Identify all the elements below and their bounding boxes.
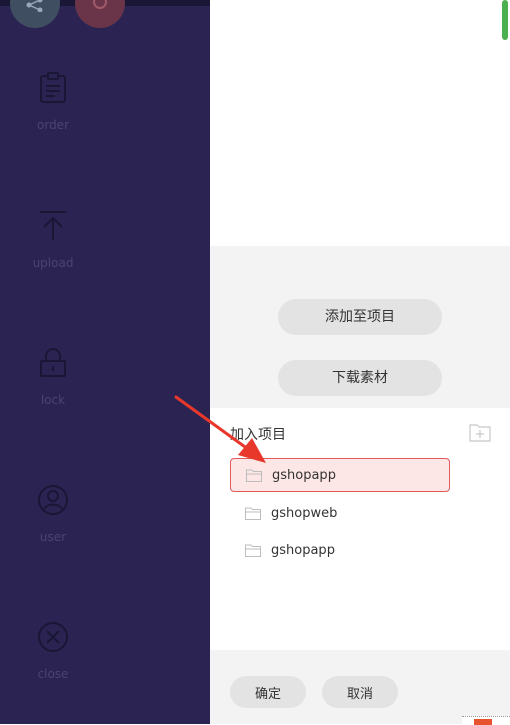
project-name: gshopapp bbox=[271, 542, 335, 558]
sidebar-item-label: order bbox=[37, 118, 69, 132]
share-icon bbox=[26, 0, 43, 12]
preview-area bbox=[210, 0, 510, 246]
sidebar-item-user[interactable]: user bbox=[0, 484, 106, 544]
project-list-title: 加入项目 bbox=[230, 427, 286, 443]
project-name: gshopweb bbox=[271, 505, 338, 521]
download-material-button[interactable]: 下载素材 bbox=[278, 360, 442, 396]
cancel-button[interactable]: 取消 bbox=[322, 676, 398, 708]
project-list-panel: 加入项目 gshopapp gshopweb gshopapp bbox=[210, 408, 510, 650]
confirm-button[interactable]: 确定 bbox=[230, 676, 306, 708]
sidebar-item-label: close bbox=[37, 667, 69, 681]
add-to-project-button[interactable]: 添加至项目 bbox=[278, 299, 442, 335]
sidebar-item-lock[interactable]: lock bbox=[0, 347, 106, 407]
upload-icon bbox=[40, 211, 66, 240]
scrollbar-thumb[interactable] bbox=[502, 0, 508, 40]
dialog-footer: 确定 取消 bbox=[210, 650, 510, 724]
sidebar-item-order[interactable]: order bbox=[0, 72, 106, 132]
new-folder-icon[interactable] bbox=[469, 422, 491, 442]
user-icon bbox=[38, 485, 68, 515]
share-button[interactable] bbox=[10, 0, 60, 28]
sidebar-item-close[interactable]: close bbox=[0, 621, 106, 681]
favorite-button[interactable] bbox=[75, 0, 125, 28]
project-item-gshopapp-2[interactable]: gshopapp bbox=[230, 533, 450, 567]
lock-icon bbox=[40, 348, 66, 377]
sidebar-item-label: upload bbox=[32, 256, 74, 270]
close-icon bbox=[38, 622, 68, 652]
sidebar: order upload lock user close bbox=[0, 0, 210, 724]
folder-icon bbox=[246, 469, 262, 482]
clipboard-icon bbox=[40, 72, 66, 103]
sidebar-item-label: lock bbox=[40, 393, 66, 407]
sidebar-item-label: user bbox=[39, 530, 67, 544]
project-name: gshopapp bbox=[272, 467, 336, 483]
project-item-gshopapp[interactable]: gshopapp bbox=[230, 458, 450, 492]
folder-icon bbox=[245, 544, 261, 557]
action-panel: 添加至项目 下载素材 bbox=[210, 246, 510, 408]
project-item-gshopweb[interactable]: gshopweb bbox=[230, 496, 450, 530]
sidebar-item-upload[interactable]: upload bbox=[0, 210, 106, 270]
badge-icon bbox=[93, 0, 107, 9]
folder-icon bbox=[245, 507, 261, 520]
